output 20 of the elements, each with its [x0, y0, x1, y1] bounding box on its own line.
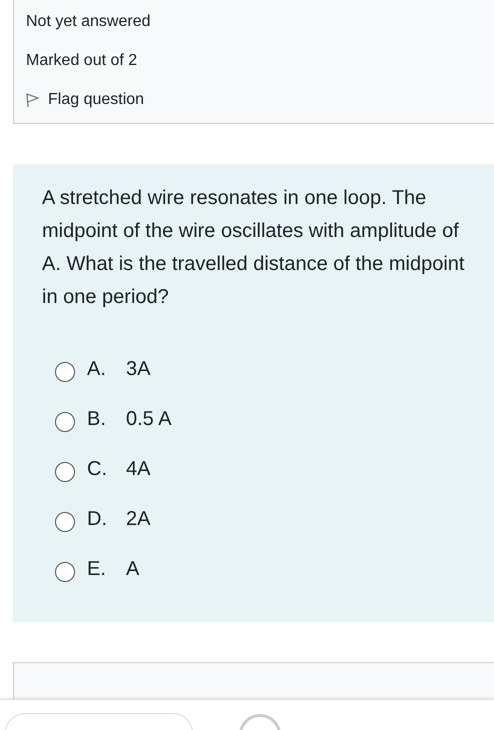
- option-answer[interactable]: 3A: [126, 358, 150, 380]
- option-answer[interactable]: 2A: [126, 508, 150, 530]
- option-letter: E.: [87, 558, 107, 580]
- option-letter: D.: [87, 508, 108, 530]
- option-answer[interactable]: 0.5 A: [126, 408, 172, 430]
- flag-question-link[interactable]: Flag question: [26, 89, 494, 111]
- radio-button[interactable]: [55, 512, 75, 532]
- marks-text: Marked out of 2: [26, 51, 138, 71]
- radio-button[interactable]: [55, 562, 75, 582]
- option-letter: A.: [87, 358, 107, 380]
- question-text: A stretched wire resonates in one loop. The midpoint of the wire oscillates with amplitude of A. What is the travelled distance of the midpoint in one period?: [42, 186, 466, 310]
- option-letter: C.: [87, 458, 108, 480]
- option-answer[interactable]: 4A: [126, 458, 150, 480]
- radio-button[interactable]: [55, 362, 75, 382]
- option-letter: B.: [87, 408, 107, 430]
- flag-icon: [26, 92, 40, 108]
- option-answer[interactable]: A: [126, 558, 140, 580]
- radio-button[interactable]: [55, 462, 75, 482]
- status-text: Not yet answered: [26, 12, 152, 32]
- radio-button[interactable]: [55, 412, 75, 432]
